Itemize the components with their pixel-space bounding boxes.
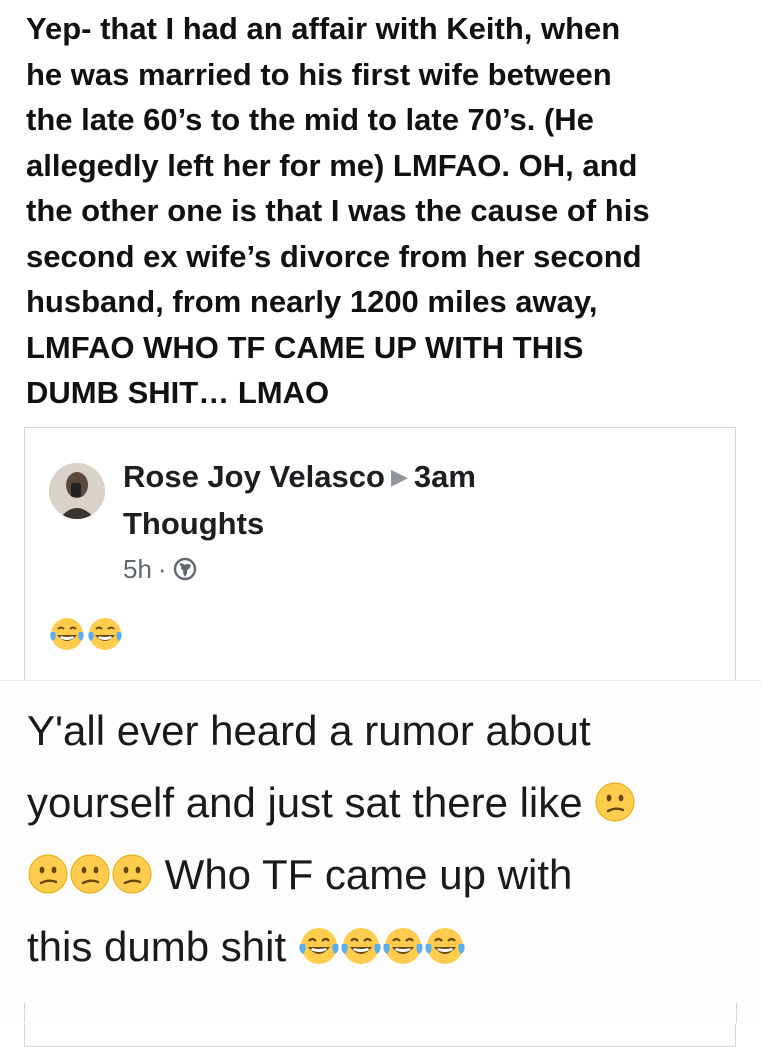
avatar[interactable]	[49, 463, 105, 519]
card-border-left	[24, 1003, 25, 1023]
meta-separator: ·	[157, 554, 167, 584]
post-time[interactable]: 5h	[123, 553, 152, 585]
image-text-line-3: Who TF came up with	[164, 851, 573, 898]
tears-of-joy-emoji-icon	[50, 618, 84, 650]
group-name[interactable]: 3am	[414, 459, 476, 494]
confused-face-emoji-icon	[595, 782, 635, 822]
author-name[interactable]: Rose Joy Velasco	[123, 459, 385, 494]
group-name-continued[interactable]: Thoughts	[123, 505, 264, 543]
post-emoji-content	[49, 616, 125, 652]
image-text-line-2: yourself and just sat there like	[27, 779, 583, 826]
tears-of-joy-emoji-icon	[88, 618, 122, 650]
tears-of-joy-emoji-icon	[299, 928, 339, 964]
tears-of-joy-emoji-icon	[341, 928, 381, 964]
image-text-line-1: Y'all ever heard a rumor about	[27, 707, 591, 754]
confused-face-emoji-icon	[28, 854, 68, 894]
tears-of-joy-emoji-icon	[425, 928, 465, 964]
post-body-text: Yep- that I had an affair with Keith, wh…	[26, 11, 650, 410]
globe-icon	[173, 557, 196, 581]
card-border-right	[736, 1003, 737, 1023]
embedded-image[interactable]: Y'all ever heard a rumor about yourself …	[0, 680, 761, 1024]
image-text-line-4: this dumb shit	[27, 923, 287, 970]
confused-face-emoji-icon	[70, 854, 110, 894]
embedded-image-text: Y'all ever heard a rumor about yourself …	[27, 695, 747, 983]
tears-of-joy-emoji-icon	[383, 928, 423, 964]
confused-face-emoji-icon	[112, 854, 152, 894]
post-meta: 5h ·	[123, 553, 197, 585]
share-arrow-icon: ▶	[390, 464, 408, 489]
post-header: Rose Joy Velasco ▶ 3am	[123, 458, 476, 496]
